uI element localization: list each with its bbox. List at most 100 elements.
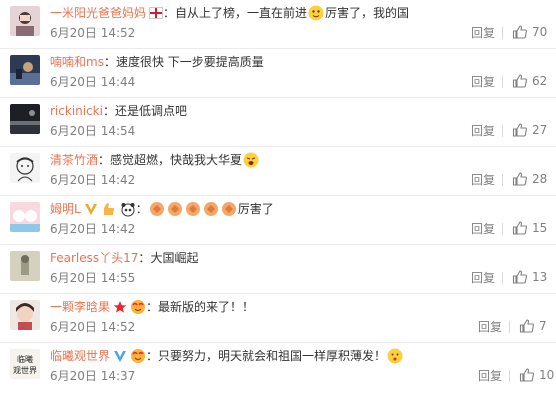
thumbs-up-icon [512,74,527,88]
avatar[interactable] [10,251,40,281]
like-count: 70 [532,25,548,39]
divider [502,272,503,284]
divider [502,174,503,186]
comment-text: 感觉超燃，快哉我大华夏 [110,153,243,167]
reply-button[interactable]: 回复 [478,368,502,384]
comment-text: 大国崛起 [150,251,199,265]
comment-time: 6月20日 14:55 [50,271,136,285]
panda-badge-icon [120,201,136,217]
username[interactable]: 姆明L [50,200,81,218]
heart-face-badge-icon [130,299,146,315]
comment-text: 只要努力，明天就会和祖国一样厚积薄发！ [158,349,387,363]
comment-text: 最新版的来了！！ [158,300,255,314]
clap-emoji-icon [185,201,201,217]
vip-badge-icon [84,202,98,216]
username[interactable]: rickinicki [50,102,103,120]
reply-button[interactable]: 回复 [471,221,495,237]
like-count: 27 [532,123,548,137]
avatar[interactable] [10,6,40,36]
like-button[interactable]: 62 [512,73,547,89]
star-badge-icon [113,300,127,314]
like-button[interactable]: 10 [519,367,554,383]
excited-face-emoji-icon [243,152,259,168]
comment-time: 6月20日 14:42 [50,222,136,236]
vip-badge-icon [113,349,127,363]
avatar[interactable] [10,153,40,183]
like-count: 13 [532,270,548,284]
reply-button[interactable]: 回复 [471,25,495,41]
comment-item: 一米阳光爸爸妈妈 ： 自从上了榜，一直在前进 厉害了，我的国 6月20日 14:… [0,0,556,49]
clap-emoji-icon [149,201,165,217]
svg-text:观世界: 观世界 [13,365,37,375]
like-count: 10 [539,368,555,382]
comment-text: 速度很快 下一步要提高质量 [115,55,264,69]
username[interactable]: 临曦观世界 [50,347,110,365]
comment-item: Fearless丫头17 ： 大国崛起 6月20日 14:55 回复 13 [0,245,556,294]
comment-time: 6月20日 14:54 [50,124,136,138]
like-button[interactable]: 13 [512,269,547,285]
face-emoji-icon [308,5,324,21]
reply-button[interactable]: 回复 [471,172,495,188]
comment-item: 临曦 观世界 临曦观世界 ： 只要努力，明天就会和祖国一样厚积薄发！ 6月20日 … [0,343,556,392]
username[interactable]: 清茶竹酒 [50,151,98,169]
reply-button[interactable]: 回复 [478,319,502,335]
flag-badge-icon [149,7,164,19]
divider [502,76,503,88]
comment-time: 6月20日 14:37 [50,369,136,383]
comment-text: 自从上了榜，一直在前进 [175,6,308,20]
reply-button[interactable]: 回复 [471,123,495,139]
avatar[interactable] [10,104,40,134]
comment-text: 还是低调点吧 [114,104,187,118]
svg-text:临曦: 临曦 [17,354,33,364]
like-button[interactable]: 27 [512,122,547,138]
heart-face-badge-icon [130,348,146,364]
username[interactable]: 喃喃和ms [50,53,104,71]
thumbs-up-icon [512,270,527,284]
divider [509,321,510,333]
like-button[interactable]: 7 [519,318,547,334]
kiss-face-emoji-icon [387,348,403,364]
divider [502,223,503,235]
like-count: 28 [532,172,548,186]
thumbs-up-icon [519,368,534,382]
like-button[interactable]: 70 [512,24,547,40]
comment-time: 6月20日 14:52 [50,26,136,40]
comment-time: 6月20日 14:44 [50,75,136,89]
thumbs-up-icon [512,172,527,186]
divider [502,27,503,39]
avatar[interactable] [10,202,40,232]
avatar[interactable]: 临曦 观世界 [10,349,40,379]
username[interactable]: Fearless丫头17 [50,249,138,267]
comment-item: 喃喃和ms ： 速度很快 下一步要提高质量 6月20日 14:44 回复 62 [0,49,556,98]
thumbs-up-icon [519,319,534,333]
avatar[interactable] [10,300,40,330]
divider [509,370,510,382]
username[interactable]: 一颗李晗果 [50,298,110,316]
divider [502,125,503,137]
like-count: 62 [532,74,548,88]
thumbs-up-icon [512,221,527,235]
like-count: 15 [532,221,548,235]
hand-badge-icon [101,201,117,217]
clap-emoji-icon [203,201,219,217]
thumbs-up-icon [512,25,527,39]
like-button[interactable]: 28 [512,171,547,187]
like-button[interactable]: 15 [512,220,547,236]
comment-time: 6月20日 14:52 [50,320,136,334]
like-count: 7 [539,319,547,333]
username[interactable]: 一米阳光爸爸妈妈 [50,4,146,22]
comment-text: 厉害了 [237,202,274,216]
clap-emoji-icon [167,201,183,217]
comment-list: 一米阳光爸爸妈妈 ： 自从上了榜，一直在前进 厉害了，我的国 6月20日 14:… [0,0,556,402]
clap-emoji-icon [221,201,237,217]
comment-item: rickinicki ： 还是低调点吧 6月20日 14:54 回复 27 [0,98,556,147]
comment-item: 姆明L ： 厉害了 6月20日 14:42 回复 15 [0,196,556,245]
comment-item: 清茶竹酒 ： 感觉超燃，快哉我大华夏 6月20日 14:42 回复 28 [0,147,556,196]
comment-time: 6月20日 14:42 [50,173,136,187]
comment-item: 一颗李晗果 ： 最新版的来了！！ 6月20日 14:52 回复 7 [0,294,556,343]
thumbs-up-icon [512,123,527,137]
reply-button[interactable]: 回复 [471,74,495,90]
reply-button[interactable]: 回复 [471,270,495,286]
comment-text-suffix: 厉害了，我的国 [325,6,410,20]
avatar[interactable] [10,55,40,85]
